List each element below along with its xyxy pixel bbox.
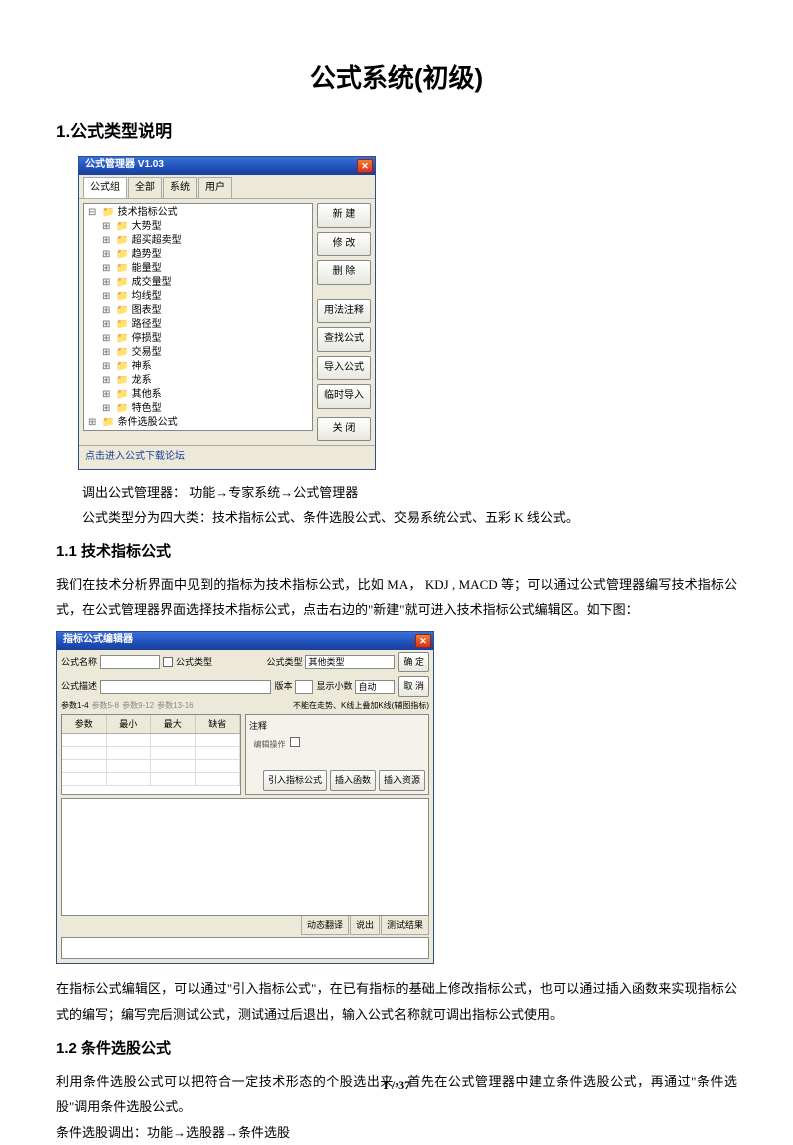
tree-selected: 技术指标公式 (118, 207, 178, 218)
insert-function-button[interactable]: 插入函数 (330, 770, 376, 791)
tab-strip: 公式组 全部 系统 用户 (79, 175, 375, 200)
label-chk: 公式类型 (176, 654, 212, 671)
caption-types: 公式类型分为四大类：技术指标公式、条件选股公式、交易系统公式、五彩 K 线公式。 (56, 505, 737, 530)
label-disp: 显示小数 (316, 678, 352, 695)
tab-group[interactable]: 公式组 (83, 177, 127, 199)
paragraph-1-2-b: 条件选股调出：功能→选股器→条件选股 (56, 1120, 737, 1145)
subsection-1-1: 1.1 技术指标公式 (56, 538, 737, 566)
button-column: 新 建 修 改 删 除 用法注释 查找公式 导入公式 临时导入 关 闭 (317, 203, 371, 441)
window-title: 公式管理器 V1.03 (85, 156, 164, 175)
page-number: 1 / 37 (0, 1074, 793, 1096)
tab-system[interactable]: 系统 (163, 177, 197, 199)
type-checkbox[interactable] (163, 657, 173, 667)
label-ver: 版本 (274, 678, 292, 695)
label-name: 公式名称 (61, 654, 97, 671)
import-button[interactable]: 导入公式 (317, 356, 371, 381)
tab-test[interactable]: 测试结果 (381, 916, 429, 936)
cancel-button[interactable]: 取 消 (398, 676, 429, 697)
section-1-heading: 1.公式类型说明 (56, 116, 737, 147)
caption-open-manager: 调出公式管理器： 功能→专家系统→公式管理器 (56, 480, 737, 505)
editor-title: 指标公式编辑器 (63, 631, 133, 650)
bottom-tabs: 动态翻译 说出 测试结果 (57, 916, 433, 936)
usage-button[interactable]: 用法注释 (317, 299, 371, 324)
decimal-select[interactable]: 自动 (355, 680, 395, 694)
type-select[interactable]: 其他类型 (305, 655, 395, 669)
insert-resource-button[interactable]: 插入资源 (379, 770, 425, 791)
editor-titlebar: 指标公式编辑器 ✕ (57, 632, 433, 650)
param-tab-4[interactable]: 参数13-16 (157, 699, 193, 714)
param-tab-1[interactable]: 参数1-4 (61, 699, 89, 714)
code-editor[interactable] (61, 798, 429, 916)
paragraph-1-1-b: 在指标公式编辑区，可以通过"引入指标公式"，在已有指标的基础上修改指标公式，也可… (56, 976, 737, 1027)
import-formula-button[interactable]: 引入指标公式 (263, 770, 327, 791)
name-input[interactable] (100, 655, 160, 669)
ok-button[interactable]: 确 定 (398, 652, 429, 673)
close-icon[interactable]: ✕ (415, 634, 431, 648)
modify-button[interactable]: 修 改 (317, 232, 371, 257)
find-button[interactable]: 查找公式 (317, 327, 371, 352)
output-panel (61, 937, 429, 959)
formula-manager-window: 公式管理器 V1.03 ✕ 公式组 全部 系统 用户 ⊟ 📁 技术指标公式 ⊞ … (78, 156, 376, 470)
close-button[interactable]: 关 闭 (317, 417, 371, 442)
formula-editor-window: 指标公式编辑器 ✕ 公式名称 公式类型 公式类型 其他类型 确 定 公式描述 版… (56, 631, 434, 965)
desc-input[interactable] (100, 680, 271, 694)
param-tab-2[interactable]: 参数5-8 (92, 699, 120, 714)
label-desc: 公式描述 (61, 678, 97, 695)
delete-button[interactable]: 删 除 (317, 260, 371, 285)
right-caption: 不能在走势、K线上叠加K线(辅图指标) (293, 699, 429, 714)
tab-all[interactable]: 全部 (128, 177, 162, 199)
page-title: 公式系统(初级) (56, 54, 737, 102)
param-tab-3[interactable]: 参数9-12 (122, 699, 154, 714)
temp-import-button[interactable]: 临时导入 (317, 384, 371, 409)
ver-input[interactable] (295, 680, 313, 694)
paragraph-1-1-a: 我们在技术分析界面中见到的指标为技术指标公式，比如 MA， KDJ , MACD… (56, 572, 737, 623)
tab-translate[interactable]: 动态翻译 (301, 916, 349, 936)
label-type: 公式类型 (266, 654, 302, 671)
window-titlebar: 公式管理器 V1.03 ✕ (79, 157, 375, 175)
status-bar[interactable]: 点击进入公式下载论坛 (79, 445, 375, 469)
tab-user[interactable]: 用户 (198, 177, 232, 199)
close-icon[interactable]: ✕ (357, 159, 373, 173)
formula-tree[interactable]: ⊟ 📁 技术指标公式 ⊞ 📁 大势型 ⊞ 📁 超买超卖型 ⊞ 📁 趋势型 ⊞ 📁… (83, 203, 313, 431)
right-panel: 注释 编辑操作 引入指标公式 插入函数 插入资源 (245, 714, 429, 795)
subsection-1-2: 1.2 条件选股公式 (56, 1035, 737, 1063)
tab-speak[interactable]: 说出 (350, 916, 380, 936)
new-button[interactable]: 新 建 (317, 203, 371, 228)
param-table[interactable]: 参数 最小 最大 缺省 (61, 714, 241, 795)
